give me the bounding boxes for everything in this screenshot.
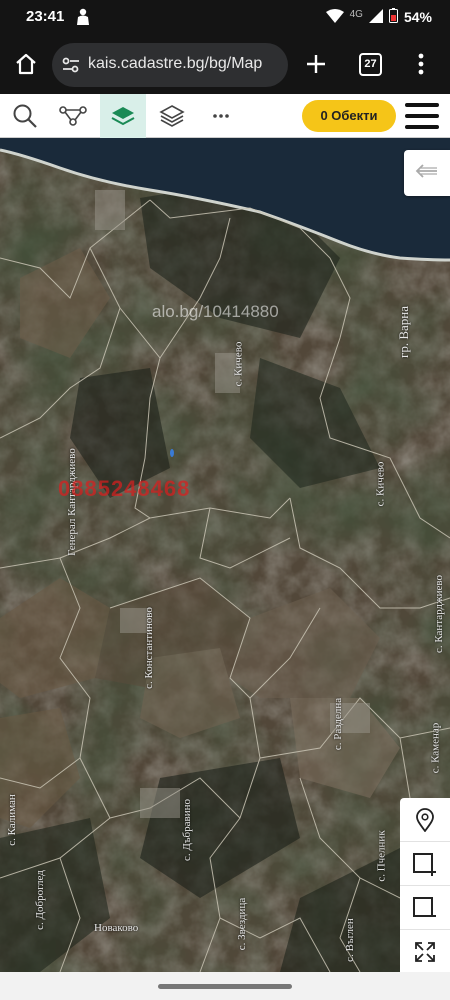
map-label: с. Въглен (343, 918, 356, 962)
hamburger-icon[interactable] (405, 103, 439, 129)
clock: 23:41 (26, 8, 65, 25)
home-gesture-handle[interactable] (158, 984, 292, 989)
wifi-icon (325, 8, 344, 26)
menu-icon[interactable] (418, 53, 424, 80)
map-label: Генерал Кантарджиево (65, 448, 78, 556)
map-label: с. Кантарджиево (433, 574, 446, 654)
tabs-icon[interactable]: 27 (359, 53, 382, 76)
satellite-map[interactable]: гр. Варна с. Кичево Генерал Кантарджиево… (0, 138, 450, 972)
system-nav-bar (0, 972, 450, 1000)
location-pin-icon[interactable] (400, 798, 450, 842)
map-label: с. Дъбравино (181, 798, 194, 862)
map-label: с. Доброглед (33, 870, 46, 930)
new-tab-icon[interactable] (304, 52, 328, 81)
search-icon[interactable] (2, 94, 48, 138)
arrow-left-icon (415, 163, 439, 183)
map-label: с. Кичево (374, 461, 387, 507)
more-icon[interactable] (198, 94, 244, 138)
layers-icon[interactable] (149, 94, 195, 138)
battery-icon (388, 8, 398, 26)
battery-percent: 54% (403, 9, 432, 25)
route-icon[interactable] (50, 94, 96, 138)
map-label: с. Каменар (429, 722, 442, 774)
person-notification-icon (76, 8, 90, 31)
map-toolbar: 0 Обекти (0, 94, 450, 138)
phone-watermark: 0885248468 (58, 476, 191, 501)
home-icon[interactable] (14, 52, 38, 81)
site-settings-icon[interactable] (62, 57, 80, 78)
map-label: с. Константиново (142, 607, 155, 689)
map-label: с. Разделна (332, 697, 345, 751)
watermark-text: alo.bg/10414880 (152, 302, 279, 321)
add-area-icon[interactable] (400, 842, 450, 886)
map-label: с. Пчелник (375, 830, 388, 882)
map-label: с. Звездица (236, 897, 249, 951)
address-bar[interactable]: kais.cadastre.bg/bg/Map (52, 43, 288, 87)
map-label: с. Калиман (5, 794, 18, 846)
signal-icon (368, 8, 383, 26)
url-text: kais.cadastre.bg/bg/Map (88, 55, 263, 72)
network-type: 4G (349, 8, 363, 20)
collapse-panel-button[interactable] (404, 150, 450, 196)
map-side-tools (400, 798, 450, 972)
remove-area-icon[interactable] (400, 886, 450, 930)
map-label: с. Кичево (232, 341, 245, 387)
objects-button[interactable]: 0 Обекти (302, 100, 396, 132)
map-label: гр. Варна (396, 306, 411, 358)
browser-toolbar: kais.cadastre.bg/bg/Map 27 (0, 36, 450, 94)
layers-filled-icon[interactable] (100, 94, 146, 138)
status-bar: 23:41 4G 54% (0, 0, 450, 36)
map-label: Новаково (94, 922, 139, 934)
expand-icon[interactable] (400, 930, 450, 972)
